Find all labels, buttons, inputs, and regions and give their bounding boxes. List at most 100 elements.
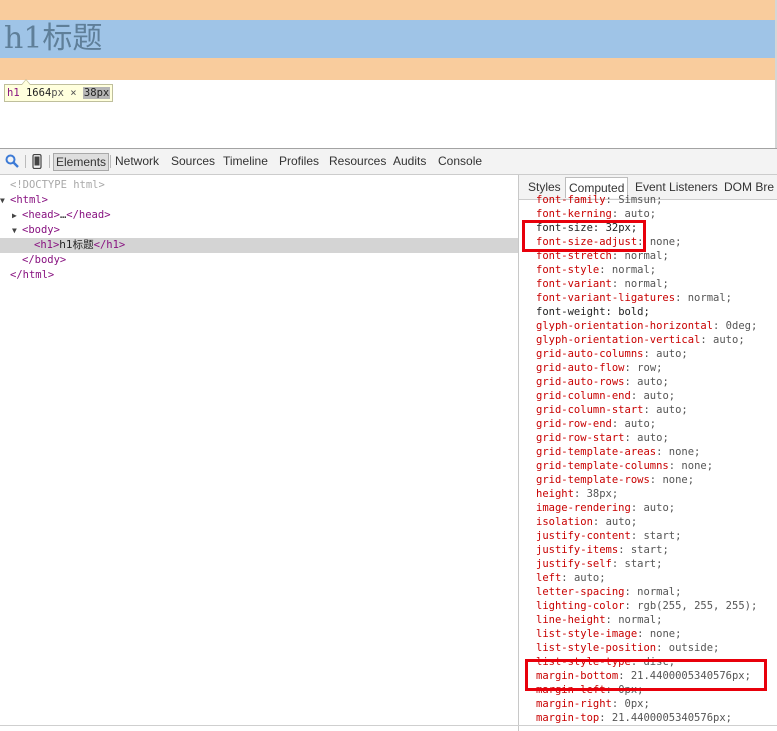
tooltip-width-unit: px: [51, 87, 64, 99]
dom-node-h1-selected[interactable]: <h1>h1标题</h1>: [0, 238, 518, 253]
computed-prop-font-family[interactable]: font-family: Simsun;: [536, 193, 662, 207]
tab-console[interactable]: Console: [438, 149, 482, 174]
prop-name: list-style-position: [536, 642, 657, 654]
styles-sidebar: Styles Computed Event Listeners DOM Bre …: [519, 175, 777, 731]
prop-name: justify-self: [536, 558, 612, 570]
prop-name: height: [536, 488, 574, 500]
prop-value: start;: [624, 558, 663, 570]
expanded-triangle-icon[interactable]: ▼: [0, 193, 5, 208]
devtools-toolbar: Elements Network Sources Timeline Profil…: [0, 149, 777, 175]
prop-name: font-style: [536, 264, 600, 276]
prop-name: grid-template-rows: [536, 474, 650, 486]
prop-value: 0deg;: [725, 320, 758, 332]
page-heading: h1标题: [4, 21, 103, 56]
page-viewport: h1标题 h1 1664px × 38px: [0, 0, 777, 148]
tab-sources[interactable]: Sources: [171, 149, 215, 174]
prop-name: font-family: [536, 194, 606, 206]
dom-node-head[interactable]: ▶ <head>…</head>: [0, 208, 518, 223]
prop-value: none;: [681, 460, 714, 472]
computed-prop-line-height[interactable]: line-height: normal;: [536, 613, 662, 627]
prop-value: normal;: [687, 292, 732, 304]
prop-name: justify-content: [536, 530, 631, 542]
computed-prop-list-style-position[interactable]: list-style-position: outside;: [536, 641, 719, 655]
computed-prop-glyph-orientation-vertical[interactable]: glyph-orientation-vertical: auto;: [536, 333, 745, 347]
computed-prop-list-style-image[interactable]: list-style-image: none;: [536, 627, 681, 641]
prop-name: font-variant: [536, 278, 612, 290]
prop-value: auto;: [656, 348, 688, 360]
prop-name: glyph-orientation-vertical: [536, 334, 701, 346]
computed-properties-list: font-family: Simsun; font-kerning: auto; f…: [519, 193, 777, 731]
prop-value: auto;: [643, 390, 676, 402]
computed-prop-grid-template-rows[interactable]: grid-template-rows: none;: [536, 473, 694, 487]
tooltip-width-value: 1664: [25, 87, 52, 99]
tab-elements[interactable]: Elements: [53, 153, 110, 171]
prop-name: font-weight: [536, 306, 606, 318]
computed-prop-font-variant-ligatures[interactable]: font-variant-ligatures: normal;: [536, 291, 732, 305]
computed-prop-left[interactable]: left: auto;: [536, 571, 606, 585]
computed-prop-justify-content[interactable]: justify-content: start;: [536, 529, 681, 543]
search-icon[interactable]: [5, 154, 19, 171]
tab-resources[interactable]: Resources: [329, 149, 386, 174]
computed-prop-font-variant[interactable]: font-variant: normal;: [536, 277, 669, 291]
prop-name: grid-template-areas: [536, 446, 657, 458]
computed-prop-font-weight[interactable]: font-weight: bold;: [536, 305, 650, 319]
tab-profiles[interactable]: Profiles: [279, 149, 319, 174]
computed-prop-grid-auto-flow[interactable]: grid-auto-flow: row;: [536, 361, 662, 375]
computed-prop-isolation[interactable]: isolation: auto;: [536, 515, 637, 529]
collapsed-triangle-icon[interactable]: ▶: [12, 208, 17, 223]
prop-value: normal;: [637, 586, 682, 598]
prop-name: list-style-image: [536, 628, 638, 640]
prop-value: start;: [643, 530, 682, 542]
prop-value: none;: [649, 236, 682, 248]
computed-prop-font-style[interactable]: font-style: normal;: [536, 263, 656, 277]
device-mode-icon[interactable]: [32, 153, 42, 172]
computed-prop-height[interactable]: height: 38px;: [536, 487, 618, 501]
computed-prop-image-rendering[interactable]: image-rendering: auto;: [536, 501, 675, 515]
dom-node-body-close[interactable]: </body>: [0, 253, 518, 268]
highlight-font-size: [522, 220, 646, 252]
computed-prop-margin-top[interactable]: margin-top: 21.4400005340576px;: [536, 711, 732, 725]
computed-prop-grid-column-end[interactable]: grid-column-end: auto;: [536, 389, 675, 403]
margin-top-overlay: [0, 0, 777, 20]
computed-prop-justify-self[interactable]: justify-self: start;: [536, 557, 662, 571]
computed-prop-grid-row-end[interactable]: grid-row-end: auto;: [536, 417, 656, 431]
expanded-triangle-icon[interactable]: ▼: [12, 223, 17, 238]
dom-node-doctype[interactable]: <!DOCTYPE html>: [0, 178, 518, 193]
prop-name: grid-auto-rows: [536, 376, 625, 388]
tab-audits[interactable]: Audits: [393, 149, 426, 174]
computed-prop-grid-template-columns[interactable]: grid-template-columns: none;: [536, 459, 713, 473]
dom-node-html-close[interactable]: </html>: [0, 268, 518, 283]
prop-name: grid-row-start: [536, 432, 625, 444]
computed-prop-margin-right[interactable]: margin-right: 0px;: [536, 697, 650, 711]
prop-name: margin-top: [536, 712, 600, 724]
prop-value: normal;: [611, 264, 657, 276]
computed-prop-grid-column-start[interactable]: grid-column-start: auto;: [536, 403, 688, 417]
dom-tree: <!DOCTYPE html> ▼ <html> ▶ <head>…</head…: [0, 175, 518, 731]
computed-prop-grid-auto-columns[interactable]: grid-auto-columns: auto;: [536, 347, 688, 361]
computed-prop-justify-items[interactable]: justify-items: start;: [536, 543, 669, 557]
prop-value: auto;: [637, 432, 669, 444]
computed-prop-letter-spacing[interactable]: letter-spacing: normal;: [536, 585, 681, 599]
dom-node-body[interactable]: ▼ <body>: [0, 223, 518, 238]
h1-content-overlay: [0, 20, 777, 58]
prop-value: Simsun;: [618, 194, 663, 206]
prop-name: justify-items: [536, 544, 619, 556]
element-size-tooltip: h1 1664px × 38px: [4, 79, 114, 102]
computed-prop-lighting-color[interactable]: lighting-color: rgb(255, 255, 255);: [536, 599, 757, 613]
tab-network[interactable]: Network: [115, 149, 159, 174]
prop-value: 38px;: [586, 488, 619, 500]
prop-name: grid-auto-flow: [536, 362, 625, 374]
computed-prop-grid-auto-rows[interactable]: grid-auto-rows: auto;: [536, 375, 669, 389]
computed-prop-grid-row-start[interactable]: grid-row-start: auto;: [536, 431, 669, 445]
margin-bottom-overlay: [0, 58, 777, 80]
prop-name: grid-column-start: [536, 404, 644, 416]
prop-name: letter-spacing: [536, 586, 625, 598]
computed-prop-font-kerning[interactable]: font-kerning: auto;: [536, 207, 656, 221]
prop-value: start;: [630, 544, 669, 556]
bottom-border: [0, 725, 777, 726]
dom-node-html[interactable]: ▼ <html>: [0, 193, 518, 208]
computed-prop-glyph-orientation-horizontal[interactable]: glyph-orientation-horizontal: 0deg;: [536, 319, 757, 333]
computed-prop-grid-template-areas[interactable]: grid-template-areas: none;: [536, 445, 700, 459]
devtools-panel: Elements Network Sources Timeline Profil…: [0, 148, 777, 731]
tab-timeline[interactable]: Timeline: [223, 149, 268, 174]
